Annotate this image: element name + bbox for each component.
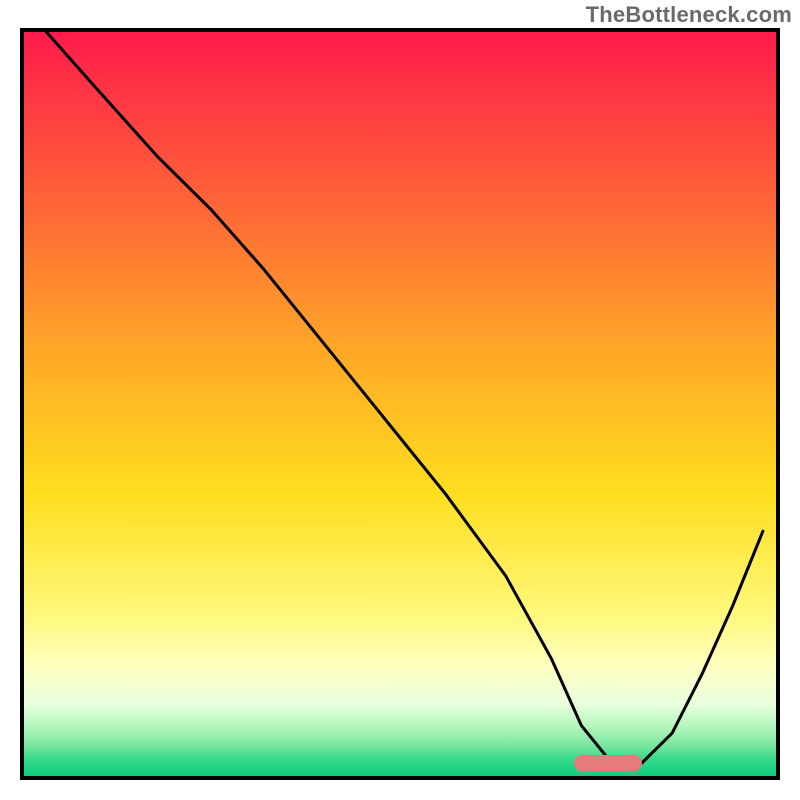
plot-area — [22, 30, 778, 778]
target-band — [574, 755, 642, 771]
gradient-background — [22, 30, 778, 778]
chart-container: TheBottleneck.com — [0, 0, 800, 800]
bottleneck-chart — [0, 0, 800, 800]
